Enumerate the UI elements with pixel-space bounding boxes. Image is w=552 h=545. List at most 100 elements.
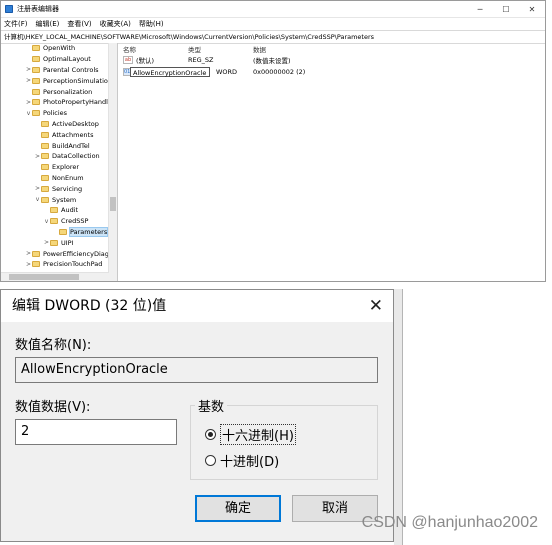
tree-item[interactable]: > PerceptionSimulatio [25, 75, 108, 86]
folder-icon [41, 153, 49, 160]
menu-edit[interactable]: 编辑(E) [36, 19, 60, 29]
menu-view[interactable]: 查看(V) [67, 19, 91, 29]
value-data-input[interactable]: 2 [15, 419, 177, 445]
tree-item-label[interactable]: PowerEfficiencyDiagr [43, 250, 112, 258]
minimize-button[interactable]: ─ [467, 5, 493, 14]
tree-item-label[interactable]: PerceptionSimulatio [43, 77, 108, 85]
tree-item[interactable]: BuildAndTel [34, 140, 90, 151]
folder-icon [41, 185, 49, 192]
dialog-close-button[interactable]: ✕ [369, 290, 383, 322]
tree-item-label[interactable]: DataCollection [52, 152, 100, 160]
tree-item-label[interactable]: Audit [61, 206, 78, 214]
radio-decimal-indicator[interactable] [205, 455, 216, 466]
expand-arrow-icon[interactable]: > [25, 66, 32, 73]
tree-item-label[interactable]: Parameters [68, 226, 109, 237]
expand-arrow-icon[interactable]: > [25, 261, 32, 268]
tree-item-label[interactable]: OptimalLayout [43, 55, 91, 63]
tree-item-label[interactable]: Attachments [52, 131, 94, 139]
tree-item-label[interactable]: System [52, 196, 76, 204]
menu-bar: 文件(F) 编辑(E) 查看(V) 收藏夹(A) 帮助(H) [1, 18, 545, 30]
folder-icon [41, 196, 49, 203]
tree-item[interactable]: OptimalLayout [25, 54, 91, 65]
tree-item[interactable]: Parameters [52, 226, 109, 238]
expand-arrow-icon[interactable]: > [34, 185, 41, 192]
radio-hex[interactable]: 十六进制(H) [205, 424, 296, 445]
tree-item[interactable]: NonEnum [34, 173, 84, 184]
tree-item[interactable]: v System [34, 194, 77, 205]
address-bar[interactable]: 计算机\HKEY_LOCAL_MACHINE\SOFTWARE\Microsof… [1, 30, 545, 44]
tree-item-label[interactable]: Personalization [43, 88, 92, 96]
folder-icon [50, 239, 58, 246]
expand-arrow-icon[interactable]: > [25, 250, 32, 257]
tree-item-label[interactable]: NonEnum [52, 174, 84, 182]
tree-item-label[interactable]: Policies [43, 109, 67, 117]
folder-icon [32, 56, 40, 63]
tree-vertical-scrollbar[interactable] [108, 43, 117, 281]
collapse-arrow-icon[interactable]: v [25, 110, 32, 117]
tree-item[interactable]: > Servicing [34, 183, 82, 194]
expand-arrow-icon[interactable]: > [25, 99, 32, 106]
tree-item[interactable]: > DataCollection [34, 151, 100, 162]
tree-item[interactable]: Attachments [34, 129, 94, 140]
tree-item[interactable]: Audit [43, 205, 78, 216]
menu-file[interactable]: 文件(F) [4, 19, 28, 29]
column-type[interactable]: 类型 [188, 44, 253, 54]
collapse-arrow-icon[interactable]: v [34, 196, 41, 203]
expand-arrow-icon[interactable]: > [25, 77, 32, 84]
collapse-arrow-icon[interactable]: v [43, 218, 50, 225]
tree-item[interactable]: OpenWith [25, 43, 75, 54]
column-name[interactable]: 名称 [119, 44, 188, 54]
tree-scroll-thumb[interactable] [110, 197, 116, 211]
tree-item-label[interactable]: OpenWith [43, 44, 75, 52]
value-row-allowencryptionoracle[interactable]: 011 WORD 0x00000002 (2) AllowEncryptionO… [119, 66, 545, 78]
folder-icon [32, 88, 40, 95]
tree-item[interactable]: > Parental Controls [25, 65, 99, 76]
window-title: 注册表编辑器 [17, 5, 59, 13]
tree-item-label[interactable]: PrecisionTouchPad [43, 260, 102, 268]
folder-icon [32, 261, 40, 268]
tree-item[interactable]: > UIPI [43, 237, 74, 248]
value-row-default[interactable]: ab (默认) REG_SZ (数值未设置) [119, 54, 545, 66]
ok-button[interactable]: 确定 [195, 495, 281, 522]
expand-arrow-icon[interactable]: > [34, 153, 41, 160]
radio-decimal-label[interactable]: 十进制(D) [220, 451, 279, 470]
edit-dword-dialog: 编辑 DWORD (32 位)值 ✕ 数值名称(N): AllowEncrypt… [0, 289, 394, 542]
radio-decimal[interactable]: 十进制(D) [205, 451, 279, 470]
maximize-button[interactable]: ☐ [493, 5, 519, 14]
tree-item-label[interactable]: Explorer [52, 163, 79, 171]
value-name-cell: ab (默认) [119, 55, 188, 65]
value-name-label: 数值名称(N): [15, 338, 92, 353]
value-data: 0x00000002 (2) [253, 68, 306, 76]
value-name-field[interactable]: AllowEncryptionOracle [15, 357, 378, 383]
close-window-button[interactable]: ✕ [519, 5, 545, 14]
tree-item-label[interactable]: BuildAndTel [52, 142, 90, 150]
radio-hex-indicator[interactable] [205, 429, 216, 440]
tree-item[interactable]: v Policies [25, 108, 67, 119]
tree-item-label[interactable]: PhotoPropertyHandl [43, 98, 108, 106]
background-window-edge [394, 289, 403, 545]
expand-arrow-icon[interactable]: > [43, 239, 50, 246]
tree-item[interactable]: v CredSSP [43, 216, 89, 227]
rename-value-input[interactable]: AllowEncryptionOracle [130, 67, 210, 77]
tree-item-label[interactable]: ActiveDesktop [52, 120, 99, 128]
menu-favorites[interactable]: 收藏夹(A) [100, 19, 131, 29]
tree-item-label[interactable]: UIPI [61, 239, 74, 247]
tree-item[interactable]: Explorer [34, 162, 79, 173]
tree-hscroll-thumb[interactable] [9, 274, 79, 280]
tree-item[interactable]: > PhotoPropertyHandl [25, 97, 108, 108]
tree-item-label[interactable]: Parental Controls [43, 66, 99, 74]
column-data[interactable]: 数据 [253, 44, 393, 54]
window-controls: ─ ☐ ✕ [467, 5, 545, 14]
tree-item[interactable]: Personalization [25, 86, 92, 97]
tree-item-label[interactable]: Servicing [52, 185, 82, 193]
values-pane: 名称 类型 数据 ab (默认) REG_SZ (数值未设置) 011 WORD… [119, 43, 545, 281]
tree-item-label[interactable]: CredSSP [61, 217, 88, 225]
tree-item[interactable]: > PrecisionTouchPad [25, 259, 102, 270]
menu-help[interactable]: 帮助(H) [139, 19, 164, 29]
radio-hex-label[interactable]: 十六进制(H) [220, 424, 296, 445]
tree-item[interactable]: > PowerEfficiencyDiagr [25, 248, 112, 259]
tree-horizontal-scrollbar[interactable] [1, 272, 109, 281]
folder-icon [41, 164, 49, 171]
tree-item[interactable]: ActiveDesktop [34, 119, 99, 130]
folder-icon [32, 66, 40, 73]
